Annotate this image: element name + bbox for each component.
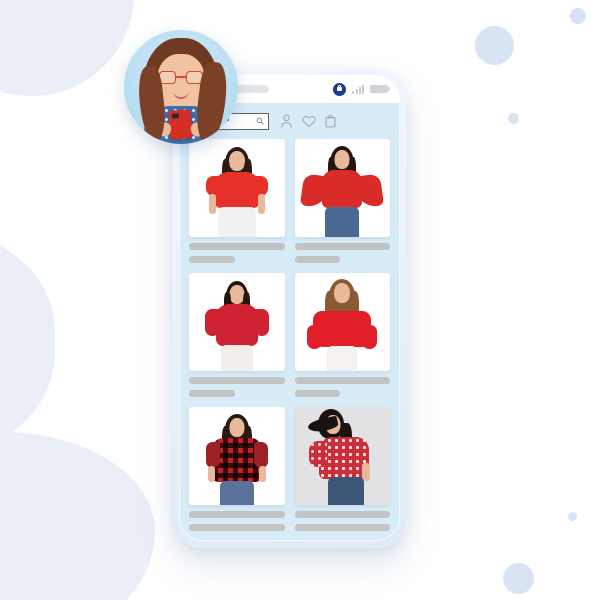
product-title-placeholder bbox=[294, 511, 390, 518]
avatar-phone bbox=[168, 109, 193, 140]
product-image[interactable] bbox=[189, 139, 285, 237]
product-price-placeholder bbox=[294, 524, 390, 531]
wishlist-heart-icon[interactable] bbox=[302, 115, 316, 128]
header-icon-group bbox=[280, 114, 336, 128]
signal-bars-icon bbox=[352, 84, 364, 94]
user-avatar bbox=[124, 30, 238, 144]
product-card[interactable] bbox=[294, 407, 390, 531]
decorative-dot-4 bbox=[503, 563, 534, 594]
product-price-placeholder bbox=[294, 390, 341, 397]
product-card[interactable] bbox=[189, 273, 285, 397]
glasses-icon bbox=[159, 71, 203, 84]
product-price-placeholder bbox=[189, 256, 235, 263]
product-title-placeholder bbox=[189, 377, 285, 384]
battery-icon bbox=[370, 85, 390, 93]
product-image[interactable] bbox=[189, 273, 285, 371]
product-card[interactable] bbox=[189, 139, 285, 263]
product-title-placeholder bbox=[294, 243, 390, 250]
scene-root: RED TOP bbox=[0, 0, 600, 600]
background-blob-top-left bbox=[0, 0, 134, 96]
product-card[interactable] bbox=[189, 407, 285, 531]
background-blob-bottom-left bbox=[0, 432, 155, 600]
product-image[interactable] bbox=[294, 273, 390, 371]
search-icon[interactable] bbox=[256, 117, 264, 125]
product-title-placeholder bbox=[189, 243, 285, 250]
decorative-dot-5 bbox=[568, 512, 577, 521]
product-price-placeholder bbox=[189, 390, 235, 397]
lock-icon bbox=[333, 82, 347, 96]
product-title-placeholder bbox=[294, 377, 390, 384]
product-card[interactable] bbox=[294, 139, 390, 263]
phone-screen: RED TOP bbox=[179, 75, 400, 541]
account-icon[interactable] bbox=[280, 114, 293, 128]
product-image[interactable] bbox=[294, 407, 390, 505]
product-grid bbox=[179, 139, 400, 541]
product-image[interactable] bbox=[294, 139, 390, 237]
product-title-placeholder bbox=[189, 511, 285, 518]
product-card[interactable] bbox=[294, 273, 390, 397]
product-price-placeholder bbox=[294, 256, 341, 263]
product-image[interactable] bbox=[189, 407, 285, 505]
shopping-bag-icon[interactable] bbox=[325, 114, 336, 128]
background-blob-left bbox=[0, 232, 55, 452]
product-price-placeholder bbox=[189, 524, 285, 531]
decorative-dot-3 bbox=[508, 113, 519, 124]
decorative-dot-2 bbox=[570, 8, 586, 24]
decorative-dot-1 bbox=[475, 26, 514, 65]
